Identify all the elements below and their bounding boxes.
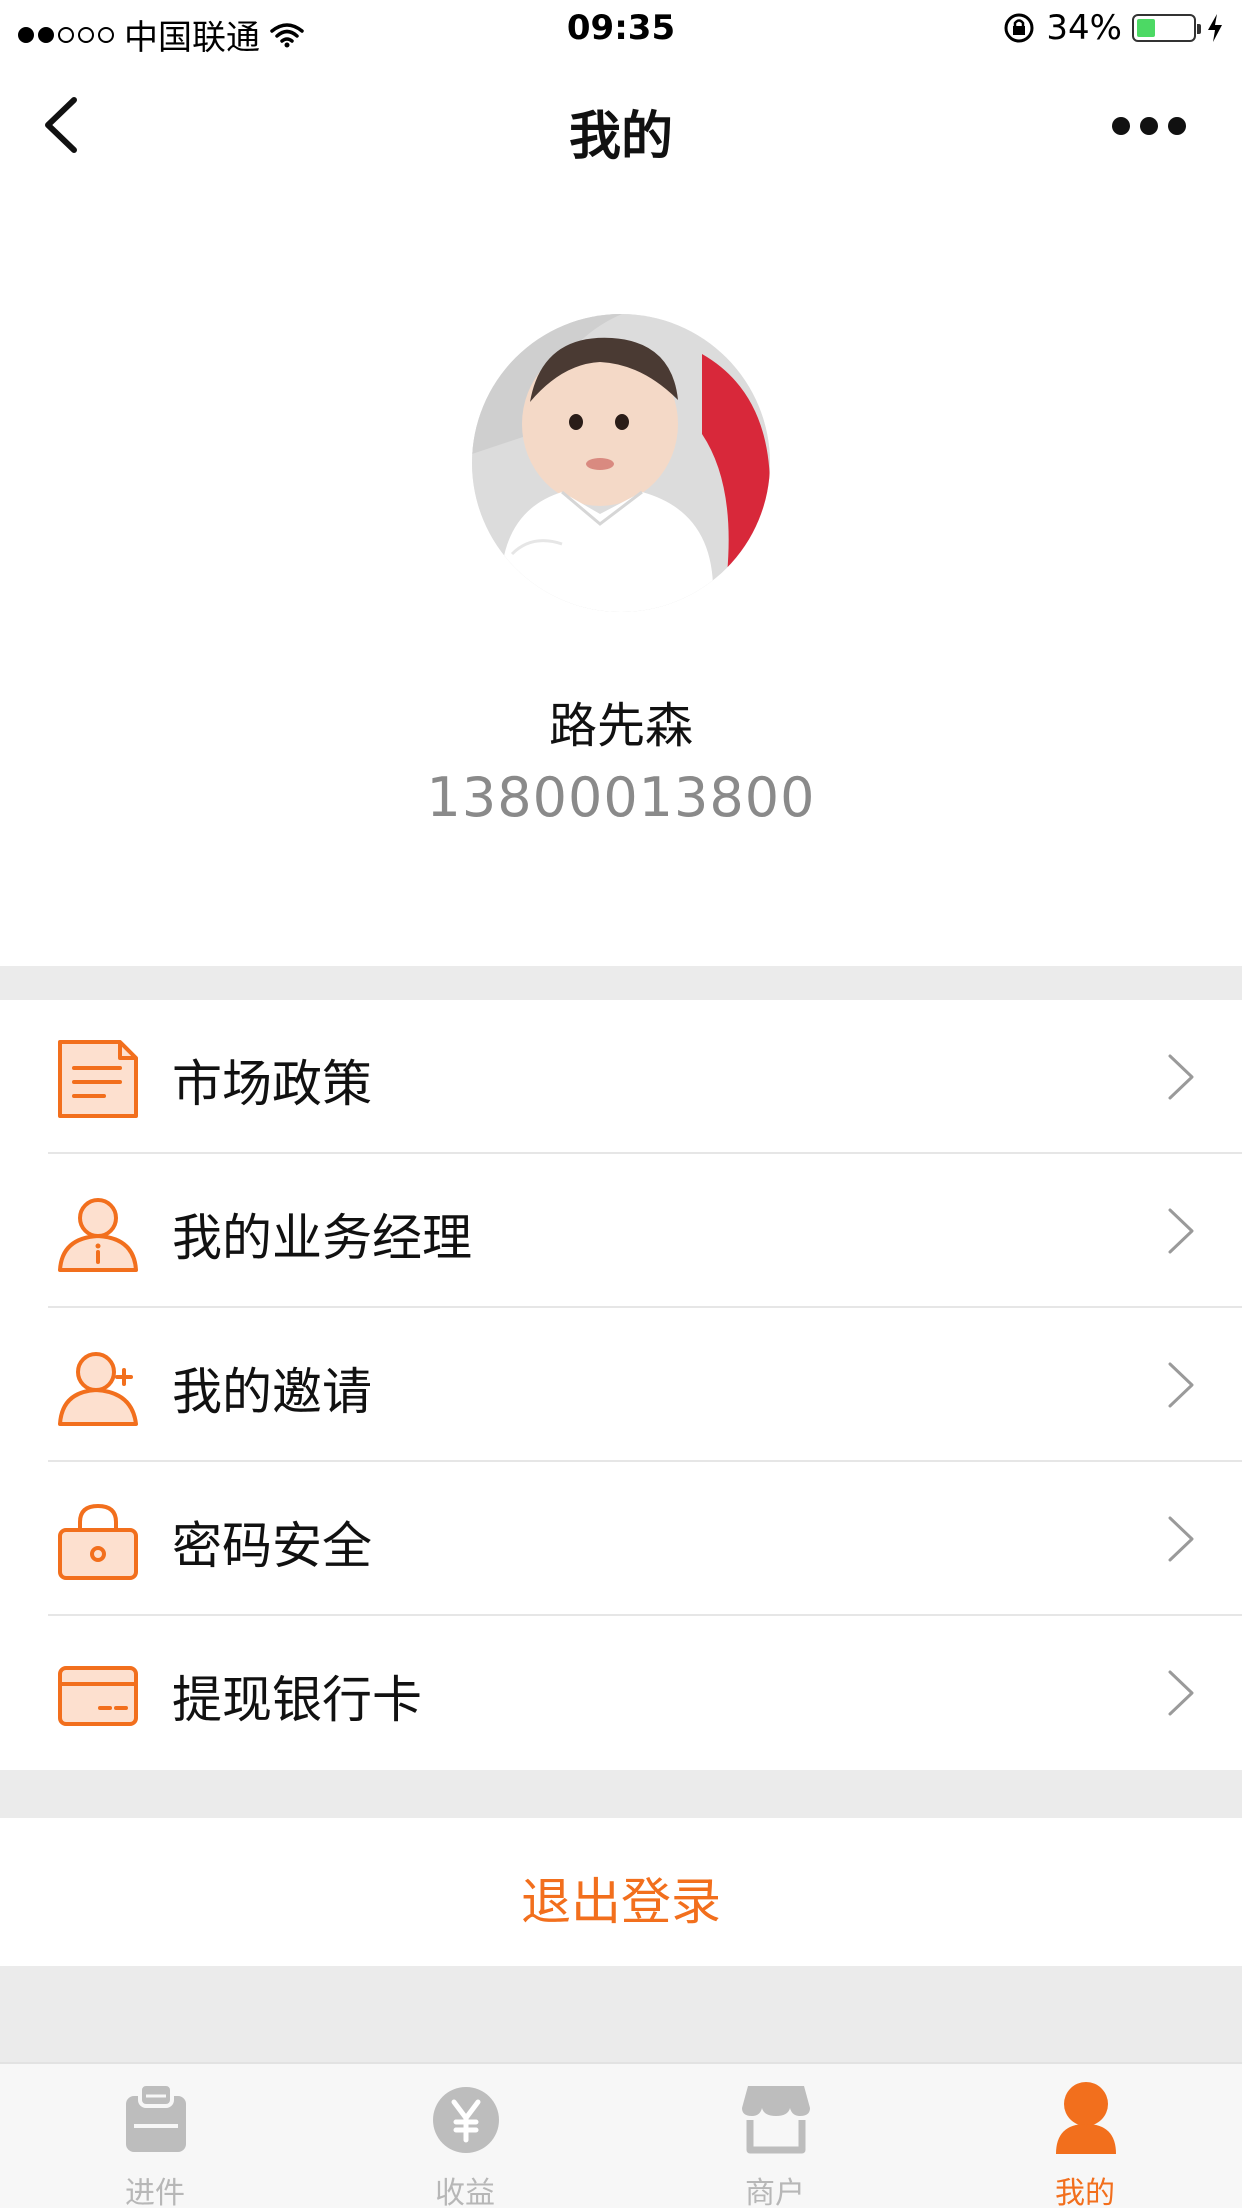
user-phone: 13800013800 — [426, 766, 816, 829]
tab-label: 商户 — [745, 2176, 805, 2208]
tab-bar: 进件 收益 商户 我的 — [0, 2062, 1242, 2208]
tab-mine[interactable]: 我的 — [930, 2064, 1240, 2208]
battery-icon — [1132, 14, 1201, 42]
store-icon — [742, 2086, 810, 2154]
clipboard-icon — [126, 2082, 186, 2152]
menu-item-label: 密码安全 — [172, 1517, 372, 1575]
charging-icon — [1208, 14, 1222, 42]
chevron-right-icon — [1168, 1362, 1194, 1408]
more-dots-icon[interactable] — [1112, 106, 1192, 146]
chevron-right-icon — [1168, 1670, 1194, 1716]
profile-card: 路先森 13800013800 — [0, 190, 1242, 966]
rotation-lock-icon — [1004, 13, 1034, 43]
tab-label: 我的 — [1055, 2176, 1115, 2208]
menu-item-my-invitations[interactable]: 我的邀请 — [0, 1308, 1242, 1462]
avatar[interactable] — [472, 314, 770, 612]
page-title: 我的 — [568, 107, 673, 167]
logout-button[interactable]: 退出登录 — [0, 1818, 1242, 1966]
person-icon — [1056, 2082, 1116, 2154]
menu-item-label: 我的邀请 — [172, 1363, 372, 1421]
bank-card-icon — [58, 1666, 138, 1726]
tab-merchants[interactable]: 商户 — [620, 2064, 930, 2208]
menu-item-business-manager[interactable]: 我的业务经理 — [0, 1154, 1242, 1308]
logout-label: 退出登录 — [521, 1873, 721, 1931]
menu-item-password-security[interactable]: 密码安全 — [0, 1462, 1242, 1616]
lock-icon — [58, 1503, 138, 1580]
status-bar: 中国联通 09:35 34% — [0, 0, 1242, 62]
avatar-photo — [472, 314, 770, 612]
menu-item-market-policy[interactable]: 市场政策 — [0, 1000, 1242, 1154]
chevron-right-icon — [1168, 1208, 1194, 1254]
yuan-icon — [433, 2087, 499, 2153]
settings-menu: 市场政策 我的业务经理 我的邀请 密码安全 提现银行卡 — [0, 1000, 1242, 1770]
chevron-right-icon — [1168, 1054, 1194, 1100]
document-icon — [58, 1040, 138, 1118]
menu-item-label: 我的业务经理 — [172, 1209, 472, 1267]
manager-icon — [58, 1198, 138, 1272]
menu-item-bank-card[interactable]: 提现银行卡 — [0, 1616, 1242, 1770]
status-right: 34% — [1002, 8, 1224, 48]
tab-applications[interactable]: 进件 — [0, 2064, 310, 2208]
battery-level-fill — [1137, 19, 1156, 37]
menu-item-label: 市场政策 — [172, 1055, 372, 1113]
user-name: 路先森 — [548, 698, 693, 754]
nav-bar: 我的 — [0, 62, 1242, 190]
tab-earnings[interactable]: 收益 — [310, 2064, 620, 2208]
invite-user-icon — [58, 1352, 138, 1426]
battery-percent: 34% — [1046, 8, 1122, 48]
tab-label: 进件 — [125, 2176, 185, 2208]
chevron-right-icon — [1168, 1516, 1194, 1562]
tab-label: 收益 — [435, 2176, 495, 2208]
menu-item-label: 提现银行卡 — [172, 1671, 422, 1729]
page: 中国联通 09:35 34% 我的 路先森 13800013800 市场政策 我… — [0, 0, 1242, 2208]
